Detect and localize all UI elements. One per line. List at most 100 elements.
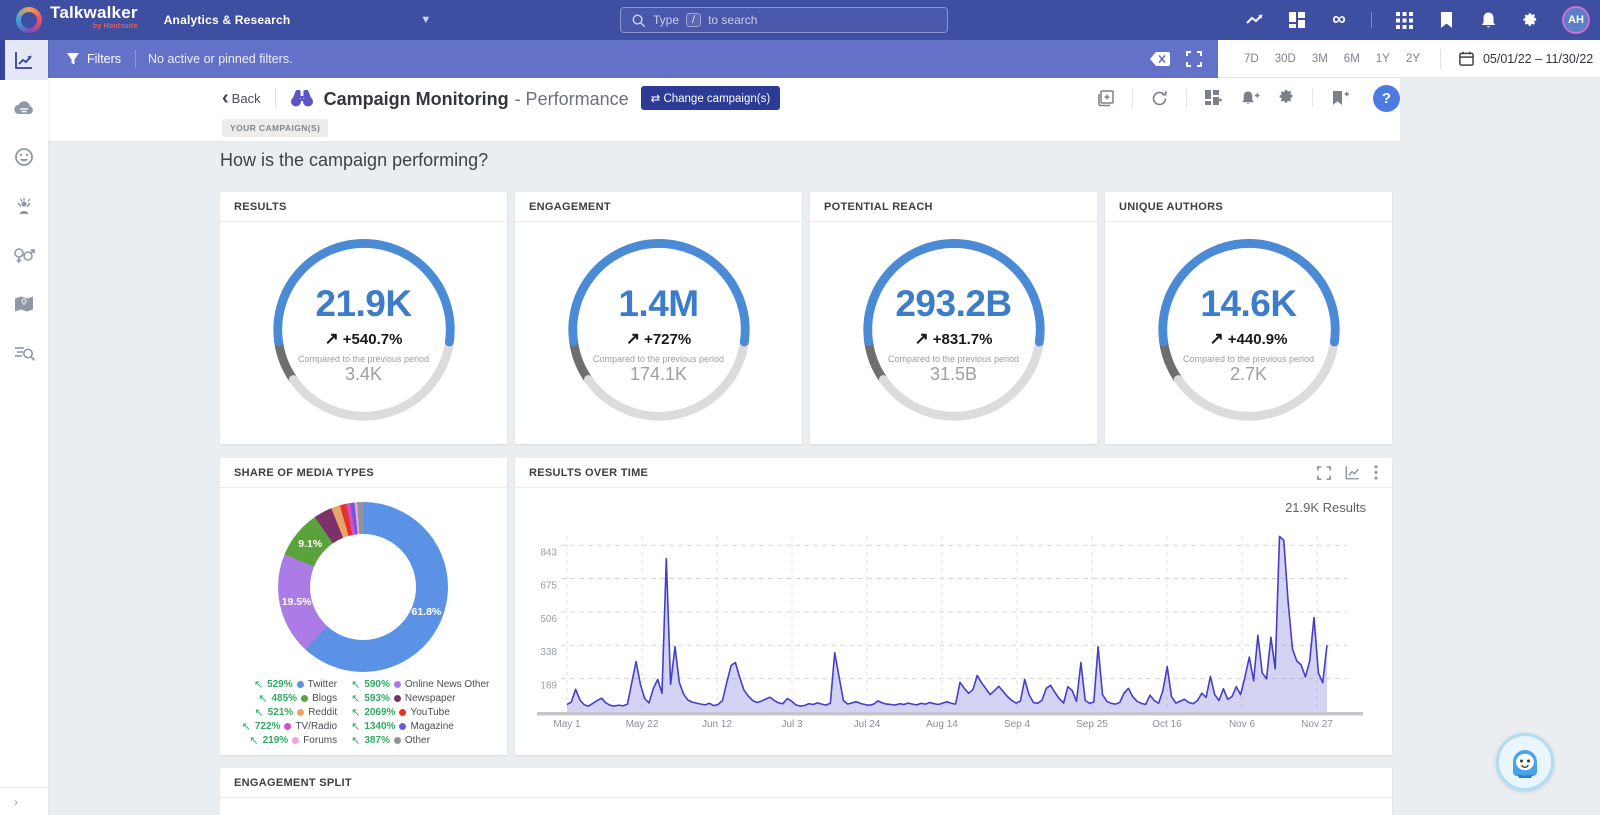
sidebar-expand-chevron[interactable]: › [0,787,48,815]
refresh-icon[interactable] [1151,90,1168,107]
dashboards-icon[interactable] [1287,10,1307,30]
growth-arrow-icon: ↖ [351,706,360,719]
back-label: Back [232,91,261,106]
charts-row: SHARE OF MEDIA TYPES 61.8%19.5%9.1% ↖529… [220,458,1392,755]
preset-2y[interactable]: 2Y [1406,53,1420,65]
filterbar-actions [1150,51,1218,67]
sidebar-item-search-topics[interactable] [0,332,48,374]
legend-color-dot [399,709,406,716]
bookmark-icon[interactable] [1436,10,1456,30]
legend-color-dot [292,737,299,744]
legend-color-dot [297,681,304,688]
sidebar-item-influencers[interactable] [0,185,48,227]
legend-label: Twitter [308,679,337,690]
workspace-dropdown[interactable]: Analytics & Research ▼ [164,13,432,27]
legend-color-dot [297,709,304,716]
legend-label: Reddit [308,707,337,718]
kpi-compare-label: Compared to the previous period [888,354,1019,364]
donut-hole [310,534,416,640]
preset-7d[interactable]: 7D [1244,53,1259,65]
legend-item-other[interactable]: ↖387%Other [351,734,430,747]
user-avatar[interactable]: AH [1562,6,1590,34]
filters-button[interactable]: Filters [48,52,135,66]
kpi-gauge[interactable]: 1.4M ↗+727% Compared to the previous per… [561,232,757,432]
help-button[interactable]: ? [1373,85,1400,112]
smiley-icon [14,147,34,167]
legend-color-dot [394,681,401,688]
share-of-media-types-card: SHARE OF MEDIA TYPES 61.8%19.5%9.1% ↖529… [220,458,507,755]
widget-settings-gear-icon[interactable] [1278,90,1294,106]
kpi-gauge[interactable]: 21.9K ↗+540.7% Compared to the previous … [266,232,462,432]
sidebar-item-media[interactable] [0,87,48,129]
legend-item-newspaper[interactable]: ↖593%Newspaper [351,692,455,705]
svg-text:506: 506 [540,614,557,625]
add-widget-icon[interactable] [1205,90,1223,106]
legend-growth: 521% [268,707,294,718]
kpi-compare-label: Compared to the previous period [593,354,724,364]
legend-label: Online News Other [405,679,489,690]
expand-chart-icon[interactable] [1317,466,1331,480]
kpi-gauge[interactable]: 293.2B ↗+831.7% Compared to the previous… [856,232,1052,432]
sidebar-item-world-map[interactable] [0,283,48,325]
donut-slice-label: 61.8% [411,606,441,618]
chat-bot-icon [1505,742,1545,782]
funnel-icon [66,52,80,66]
top-navbar: Talkwalker by Hootsuite Analytics & Rese… [0,0,1600,40]
preset-30d[interactable]: 30D [1275,53,1296,65]
kebab-menu-icon[interactable] [1374,465,1378,480]
analytics-trend-icon[interactable] [1245,10,1265,30]
copy-dashboard-icon[interactable] [1097,90,1114,107]
chat-assistant-button[interactable] [1496,733,1554,791]
sidebar-item-sentiment[interactable] [0,136,48,178]
date-range-text: 05/01/22 – 11/30/22 [1483,52,1593,66]
sidebar-item-performance[interactable] [0,40,48,80]
engagement-split-card: ENGAGEMENT SPLIT [220,768,1392,815]
legend-item-tv-radio[interactable]: ↖722%TV/Radio [242,720,337,733]
fullscreen-icon[interactable] [1186,51,1202,67]
filterbar-divider [135,50,136,68]
legend-color-dot [284,723,291,730]
search-input[interactable]: Type / to search [620,7,948,33]
date-range-picker[interactable]: 05/01/22 – 11/30/22 [1459,51,1593,66]
legend-growth: 485% [272,693,298,704]
legend-item-online-news-other[interactable]: ↖590%Online News Other [351,678,489,691]
add-bookmark-icon[interactable] [1331,90,1349,106]
back-button[interactable]: ‹ Back [222,91,261,106]
notifications-bell-icon[interactable] [1478,10,1498,30]
chart-type-icon[interactable] [1345,465,1360,480]
trend-up-icon: ↗ [1210,329,1224,349]
legend-label: YouTube [410,707,449,718]
legend-item-twitter[interactable]: ↖529%Twitter [254,678,337,691]
apps-grid-icon[interactable] [1394,10,1414,30]
donut-slice-label: 9.1% [298,538,322,550]
preset-6m[interactable]: 6M [1344,53,1360,65]
legend-item-magazine[interactable]: ↖1340%Magazine [351,720,454,733]
sidebar-item-demographics[interactable] [0,234,48,276]
kpi-value: 14.6K [1200,283,1296,325]
add-alert-icon[interactable] [1241,90,1260,106]
legend-item-forums[interactable]: ↖219%Forums [249,734,337,747]
infinity-icon[interactable]: ∞ [1329,10,1349,30]
filters-label: Filters [87,52,121,66]
media-card-title: SHARE OF MEDIA TYPES [220,458,507,488]
legend-item-youtube[interactable]: ↖2069%YouTube [351,706,450,719]
legend-item-reddit[interactable]: ↖521%Reddit [254,706,337,719]
legend-item-blogs[interactable]: ↖485%Blogs [258,692,337,705]
search-list-icon [14,344,35,362]
change-campaign-button[interactable]: ⇄ Change campaign(s) [641,86,781,110]
kpi-title: UNIQUE AUTHORS [1105,192,1392,222]
kpi-delta: ↗+540.7% [325,329,403,349]
kpi-gauge[interactable]: 14.6K ↗+440.9% Compared to the previous … [1151,232,1347,432]
legend-label: Forums [303,735,337,746]
clear-filters-icon[interactable] [1150,52,1170,66]
preset-1y[interactable]: 1Y [1376,53,1390,65]
preset-3m[interactable]: 3M [1312,53,1328,65]
talkwalker-logo[interactable]: Talkwalker by Hootsuite [0,6,152,34]
legend-color-dot [394,695,401,702]
brand-name: Talkwalker by Hootsuite [50,6,138,34]
results-over-time-chart[interactable]: 169338506675843May 1May 22Jun 12Jul 3Jul… [527,524,1377,737]
campaign-tag[interactable]: YOUR CAMPAIGN(S) [222,119,328,137]
growth-arrow-icon: ↖ [351,734,360,747]
growth-arrow-icon: ↖ [249,734,258,747]
settings-gear-icon[interactable] [1520,10,1540,30]
